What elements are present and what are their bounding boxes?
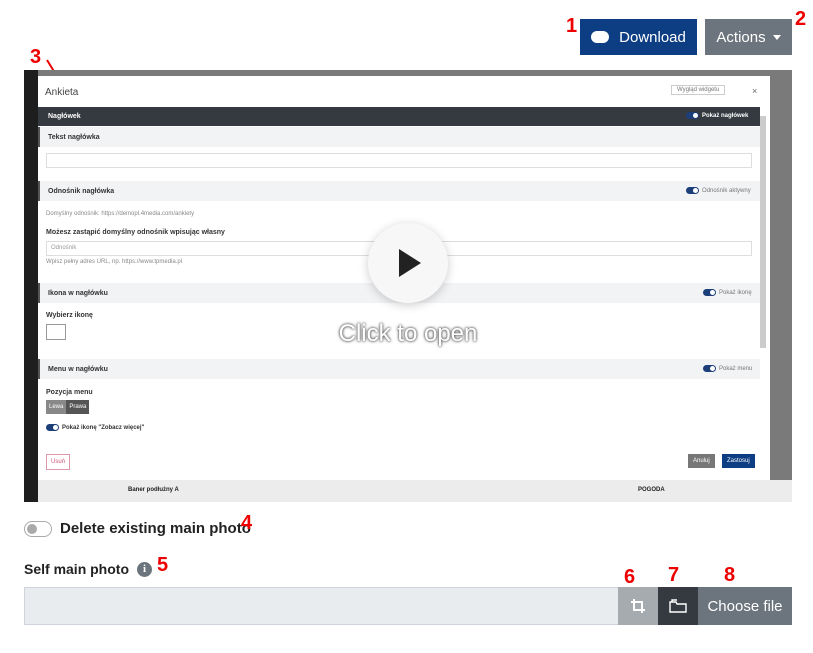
bg-banner-text: Baner podłużny A <box>128 487 179 493</box>
file-path-input[interactable] <box>24 587 619 625</box>
marker-2: 2 <box>795 8 807 30</box>
widget-look-button: Wygląd widgetu <box>671 85 726 95</box>
delete-photo-toggle[interactable] <box>24 521 52 537</box>
cloud-download-icon <box>591 31 610 43</box>
marker-8: 8 <box>724 564 736 586</box>
actions-dropdown[interactable]: Actions <box>705 19 792 55</box>
video-thumbnail[interactable]: Baner podłużny A POGODA Ankieta Wygląd w… <box>24 70 792 502</box>
marker-1: 1 <box>566 15 578 37</box>
header-bar: Nagłówek <box>38 107 760 126</box>
marker-5: 5 <box>157 554 169 576</box>
marker-7: 7 <box>668 564 680 586</box>
bg-weather-text: POGODA <box>638 487 665 493</box>
download-label: Download <box>619 28 686 46</box>
photo-label: Self main photo <box>24 561 129 577</box>
download-button[interactable]: Download <box>580 19 697 55</box>
marker-6: 6 <box>624 566 636 588</box>
play-icon[interactable] <box>368 223 448 303</box>
header-text-input <box>46 153 752 168</box>
crop-icon <box>631 599 645 613</box>
folder-icon <box>669 599 687 613</box>
background-page: Baner podłużny A POGODA <box>38 480 792 502</box>
marker-3: 3 <box>30 46 42 68</box>
section-text: Tekst nagłówka <box>38 127 760 147</box>
close-icon: × <box>752 86 758 96</box>
delete-photo-label: Delete existing main photo <box>60 520 251 537</box>
info-icon[interactable]: i <box>137 562 152 577</box>
actions-label: Actions <box>716 28 766 46</box>
crop-button[interactable] <box>618 587 658 625</box>
dialog-title: Ankieta <box>45 87 79 98</box>
choose-file-button[interactable]: Choose file <box>698 587 792 625</box>
click-to-open-text: Click to open <box>338 320 478 347</box>
choose-file-label: Choose file <box>707 597 783 615</box>
caret-down-icon <box>772 34 781 40</box>
browse-button[interactable] <box>658 587 698 625</box>
marker-4: 4 <box>241 512 253 534</box>
